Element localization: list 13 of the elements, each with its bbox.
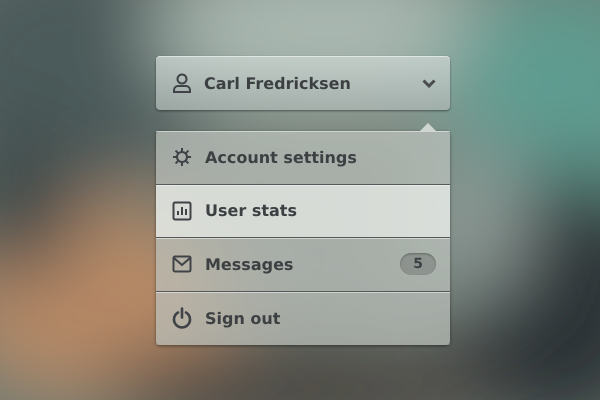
user-menu-button[interactable]: Carl Fredricksen bbox=[156, 56, 450, 110]
chevron-down-icon bbox=[422, 78, 436, 88]
person-icon bbox=[172, 73, 192, 93]
count-badge: 5 bbox=[400, 253, 436, 276]
menu-item[interactable]: Sign out bbox=[156, 292, 450, 345]
menu-item[interactable]: Messages 5 bbox=[156, 238, 450, 292]
gear-icon bbox=[172, 147, 192, 168]
menu-item[interactable]: User stats bbox=[156, 184, 450, 238]
power-icon bbox=[172, 307, 192, 330]
bar-chart-icon bbox=[172, 200, 192, 221]
menu-item[interactable]: Account settings bbox=[156, 131, 450, 184]
menu-pointer bbox=[420, 123, 436, 131]
envelope-icon bbox=[172, 255, 192, 274]
